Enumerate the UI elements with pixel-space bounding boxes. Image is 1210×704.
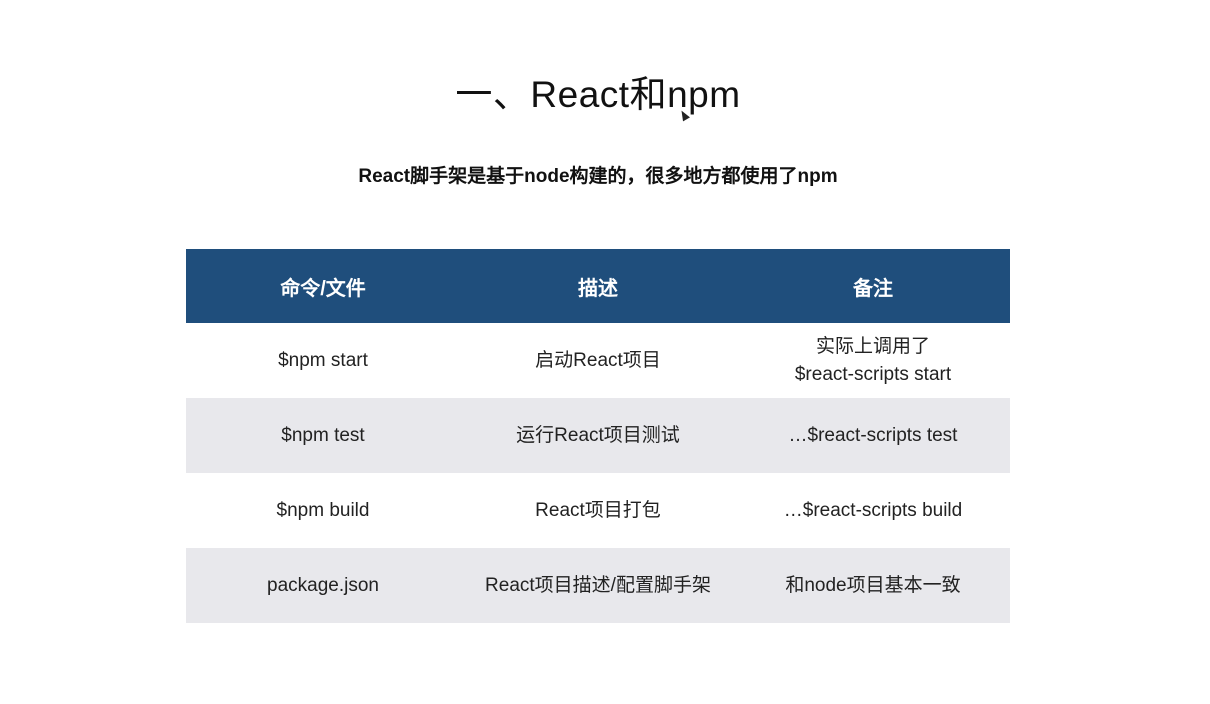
table-row: $npm start 启动React项目 实际上调用了 $react-scrip… <box>186 323 1010 398</box>
header-command: 命令/文件 <box>186 249 460 323</box>
table-row: package.json React项目描述/配置脚手架 和node项目基本一致 <box>186 548 1010 623</box>
table-row: $npm test 运行React项目测试 …$react-scripts te… <box>186 398 1010 473</box>
cell-command: $npm build <box>186 473 460 548</box>
cell-description: 运行React项目测试 <box>460 398 736 473</box>
cell-note: 和node项目基本一致 <box>736 548 1010 623</box>
cell-note-line: …$react-scripts build <box>783 499 963 521</box>
cell-command: $npm start <box>186 323 460 398</box>
cell-command: $npm test <box>186 398 460 473</box>
cell-note: 实际上调用了 $react-scripts start <box>736 323 1010 398</box>
cell-note-line: $react-scripts start <box>794 363 952 385</box>
table-header-row: 命令/文件 描述 备注 <box>186 249 1010 323</box>
cell-note-line: 实际上调用了 <box>815 335 930 357</box>
cell-command: package.json <box>186 548 460 623</box>
cell-note-line: 和node项目基本一致 <box>785 574 961 596</box>
slide-subtitle: React脚手架是基于node构建的，很多地方都使用了npm <box>358 166 838 187</box>
header-description: 描述 <box>460 249 736 323</box>
table-row: $npm build React项目打包 …$react-scripts bui… <box>186 473 1010 548</box>
cell-description: 启动React项目 <box>460 323 736 398</box>
slide-title: 一、React和npm <box>455 74 741 115</box>
cell-description: React项目打包 <box>460 473 736 548</box>
cell-note: …$react-scripts build <box>736 473 1010 548</box>
npm-commands-table: 命令/文件 描述 备注 $npm start 启动React项目 实际上调用了 … <box>186 249 1010 623</box>
cell-note-line: …$react-scripts test <box>788 424 958 446</box>
cell-note: …$react-scripts test <box>736 398 1010 473</box>
cell-description: React项目描述/配置脚手架 <box>460 548 736 623</box>
header-note: 备注 <box>736 249 1010 323</box>
